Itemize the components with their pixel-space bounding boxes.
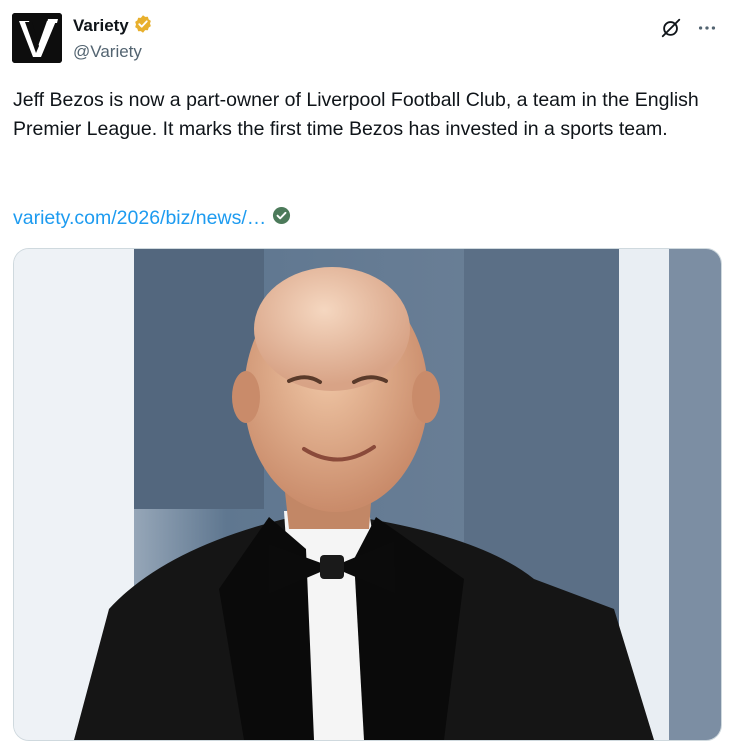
- grok-icon[interactable]: [660, 17, 682, 39]
- tweet-text: Jeff Bezos is now a part-owner of Liverp…: [13, 89, 699, 140]
- gold-verified-badge-icon: [133, 14, 153, 39]
- article-link[interactable]: variety.com/2026/biz/news/…: [13, 207, 266, 230]
- name-row: Variety: [73, 14, 153, 38]
- link-row: variety.com/2026/biz/news/…: [13, 204, 291, 232]
- photo-man-in-tuxedo-bow-tie: [14, 249, 721, 740]
- tweet-card: Variety @Variety Jeff Bezos is now a par…: [0, 0, 732, 747]
- display-name[interactable]: Variety: [73, 16, 129, 36]
- handle[interactable]: @Variety: [73, 42, 142, 62]
- tweet-image[interactable]: [13, 248, 722, 741]
- avatar[interactable]: [12, 13, 62, 63]
- top-actions: [660, 16, 718, 40]
- variety-v-logo-icon: [12, 13, 62, 63]
- verified-link-check-icon: [272, 206, 291, 230]
- more-horizontal-icon[interactable]: [696, 17, 718, 39]
